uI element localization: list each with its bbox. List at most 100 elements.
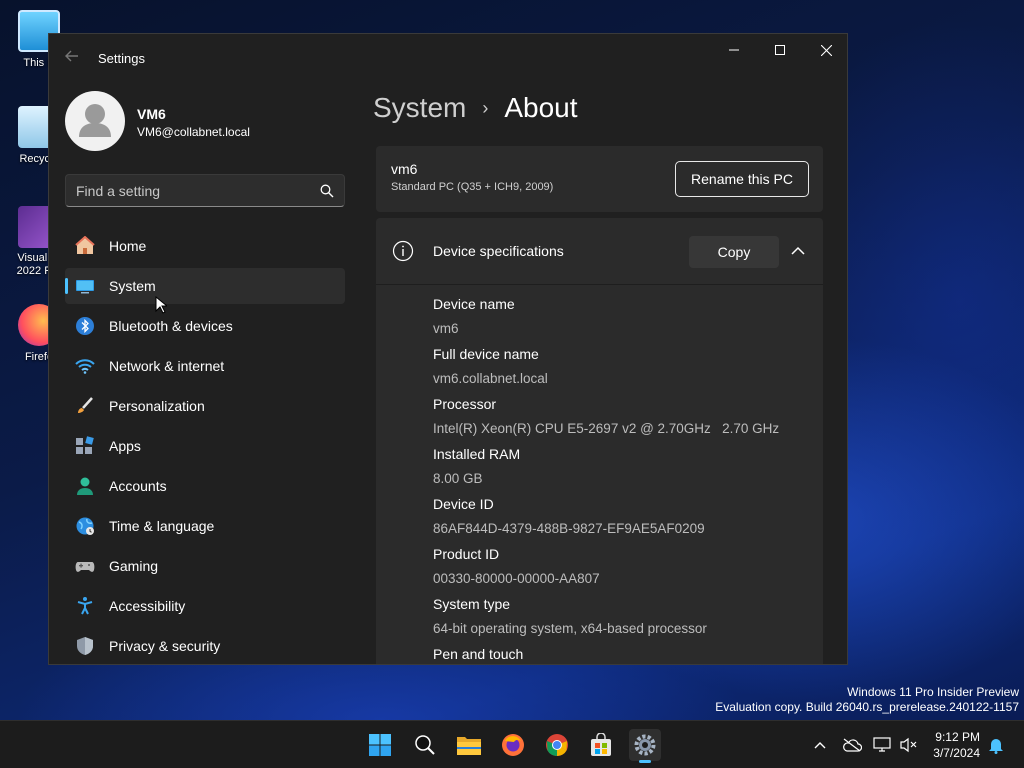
chevron-up-icon[interactable]: [789, 244, 807, 258]
taskbar-firefox[interactable]: [497, 729, 529, 761]
title-bar[interactable]: Settings: [49, 34, 847, 82]
wifi-icon: [75, 359, 95, 374]
rename-pc-button[interactable]: Rename this PC: [675, 161, 809, 197]
pc-name-card: vm6 Standard PC (Q35 + ICH9, 2009) Renam…: [376, 146, 823, 212]
spec-row: Processor Intel(R) Xeon(R) CPU E5-2697 v…: [433, 395, 813, 445]
minimize-button[interactable]: [711, 34, 757, 66]
sidebar-item-label: Apps: [109, 438, 141, 454]
settings-window: Settings VM6 VM6@collabnet.local H: [48, 33, 848, 665]
firefox-icon: [502, 734, 524, 756]
taskbar-settings[interactable]: [629, 729, 661, 763]
profile-name: VM6: [137, 106, 166, 122]
sidebar-item-label: Accounts: [109, 478, 167, 494]
sidebar-item-personalization[interactable]: Personalization: [65, 388, 345, 424]
spec-value: 64-bit operating system, x64-based proce…: [433, 621, 707, 636]
back-arrow-icon: [65, 50, 78, 62]
network-icon: [873, 737, 891, 752]
chrome-icon: [546, 734, 568, 756]
sidebar-item-time-language[interactable]: Time & language: [65, 508, 345, 544]
profile-email: VM6@collabnet.local: [137, 125, 250, 139]
taskbar-file-explorer[interactable]: [453, 729, 485, 761]
brush-icon: [78, 397, 93, 413]
spec-value: 86AF844D-4379-488B-9827-EF9AE5AF0209: [433, 521, 705, 536]
taskbar-chrome[interactable]: [541, 729, 573, 761]
device-specifications-header[interactable]: Device specifications Copy: [376, 218, 823, 285]
sidebar-item-network[interactable]: Network & internet: [65, 348, 345, 384]
spec-row: Pen and touch: [433, 645, 813, 664]
watermark-line: Evaluation copy. Build 26040.rs_prerelea…: [715, 700, 1019, 714]
search-icon[interactable]: [320, 184, 334, 198]
spec-row: Product ID 00330-80000-00000-AA807: [433, 545, 813, 595]
taskbar-search-button[interactable]: [409, 729, 441, 761]
breadcrumb-parent[interactable]: System: [373, 92, 466, 124]
sidebar-item-label: Home: [109, 238, 147, 254]
copy-button[interactable]: Copy: [689, 236, 779, 268]
pc-model: Standard PC (Q35 + ICH9, 2009): [391, 181, 554, 193]
app-title: Settings: [98, 51, 145, 66]
taskbar: 9:12 PM 3/7/2024: [0, 720, 1024, 768]
evaluation-watermark: Windows 11 Pro Insider Preview Evaluatio…: [715, 685, 1019, 715]
close-button[interactable]: [803, 34, 847, 66]
notification-button[interactable]: [986, 735, 1006, 755]
sidebar-item-label: Personalization: [109, 398, 205, 414]
spec-value: 00330-80000-00000-AA807: [433, 571, 600, 586]
spec-row: Full device name vm6.collabnet.local: [433, 345, 813, 395]
sidebar-item-label: Gaming: [109, 558, 159, 574]
tray-network[interactable]: [873, 735, 893, 755]
spec-list: Device name vm6 Full device name vm6.col…: [433, 295, 813, 664]
search-box[interactable]: [65, 174, 345, 207]
search-input[interactable]: [76, 181, 306, 201]
spec-value: vm6: [433, 321, 459, 336]
cloud-offline-icon: [843, 738, 862, 752]
start-button[interactable]: [364, 729, 396, 761]
sidebar-item-home[interactable]: Home: [65, 228, 345, 264]
sidebar-item-label: Time & language: [109, 518, 215, 534]
tray-volume[interactable]: [899, 735, 919, 755]
spec-label: Device ID: [433, 496, 494, 512]
maximize-button[interactable]: [757, 34, 803, 66]
user-icon: [79, 104, 111, 137]
breadcrumb: System › About: [373, 92, 578, 124]
pc-name: vm6: [391, 161, 418, 177]
clock-date: 3/7/2024: [933, 746, 980, 760]
sidebar-item-bluetooth[interactable]: Bluetooth & devices: [65, 308, 345, 344]
search-icon: [415, 735, 435, 755]
clock-time: 9:12 PM: [935, 730, 980, 744]
spec-value: 8.00 GB: [433, 471, 483, 486]
spec-row: Device name vm6: [433, 295, 813, 345]
chevron-up-icon: [814, 742, 826, 749]
start-icon: [369, 734, 391, 756]
sidebar-item-gaming[interactable]: Gaming: [65, 548, 345, 584]
tray-onedrive[interactable]: [842, 735, 862, 755]
sidebar-item-accounts[interactable]: Accounts: [65, 468, 345, 504]
device-specifications-title: Device specifications: [433, 243, 564, 259]
spec-row: Device ID 86AF844D-4379-488B-9827-EF9AE5…: [433, 495, 813, 545]
sidebar-item-label: System: [109, 278, 156, 294]
spec-value: Intel(R) Xeon(R) CPU E5-2697 v2 @ 2.70GH…: [433, 421, 780, 436]
sidebar-item-apps[interactable]: Apps: [65, 428, 345, 464]
spec-label: Pen and touch: [433, 646, 524, 662]
sidebar-item-privacy-security[interactable]: Privacy & security: [65, 628, 345, 664]
info-icon: [392, 240, 414, 262]
spec-label: Product ID: [433, 546, 500, 562]
globe-icon: [76, 517, 94, 535]
taskbar-store[interactable]: [585, 729, 617, 761]
close-icon: [820, 44, 832, 56]
spec-label: Installed RAM: [433, 446, 521, 462]
spec-label: Full device name: [433, 346, 539, 362]
mouse-cursor-icon: [155, 296, 167, 314]
show-hidden-icons-button[interactable]: [810, 735, 830, 755]
watermark-line: Windows 11 Pro Insider Preview: [847, 685, 1019, 699]
system-icon: [76, 280, 94, 294]
back-button[interactable]: [59, 46, 85, 70]
minimize-icon: [729, 49, 739, 51]
taskbar-clock[interactable]: 9:12 PM 3/7/2024: [933, 729, 980, 761]
avatar[interactable]: [65, 91, 125, 151]
shield-icon: [77, 637, 93, 655]
volume-muted-icon: [900, 737, 917, 753]
settings-icon: [634, 734, 656, 756]
sidebar-item-label: Bluetooth & devices: [109, 318, 233, 334]
spec-row: System type 64-bit operating system, x64…: [433, 595, 813, 645]
sidebar-item-accessibility[interactable]: Accessibility: [65, 588, 345, 624]
sidebar-item-system[interactable]: System: [65, 268, 345, 304]
